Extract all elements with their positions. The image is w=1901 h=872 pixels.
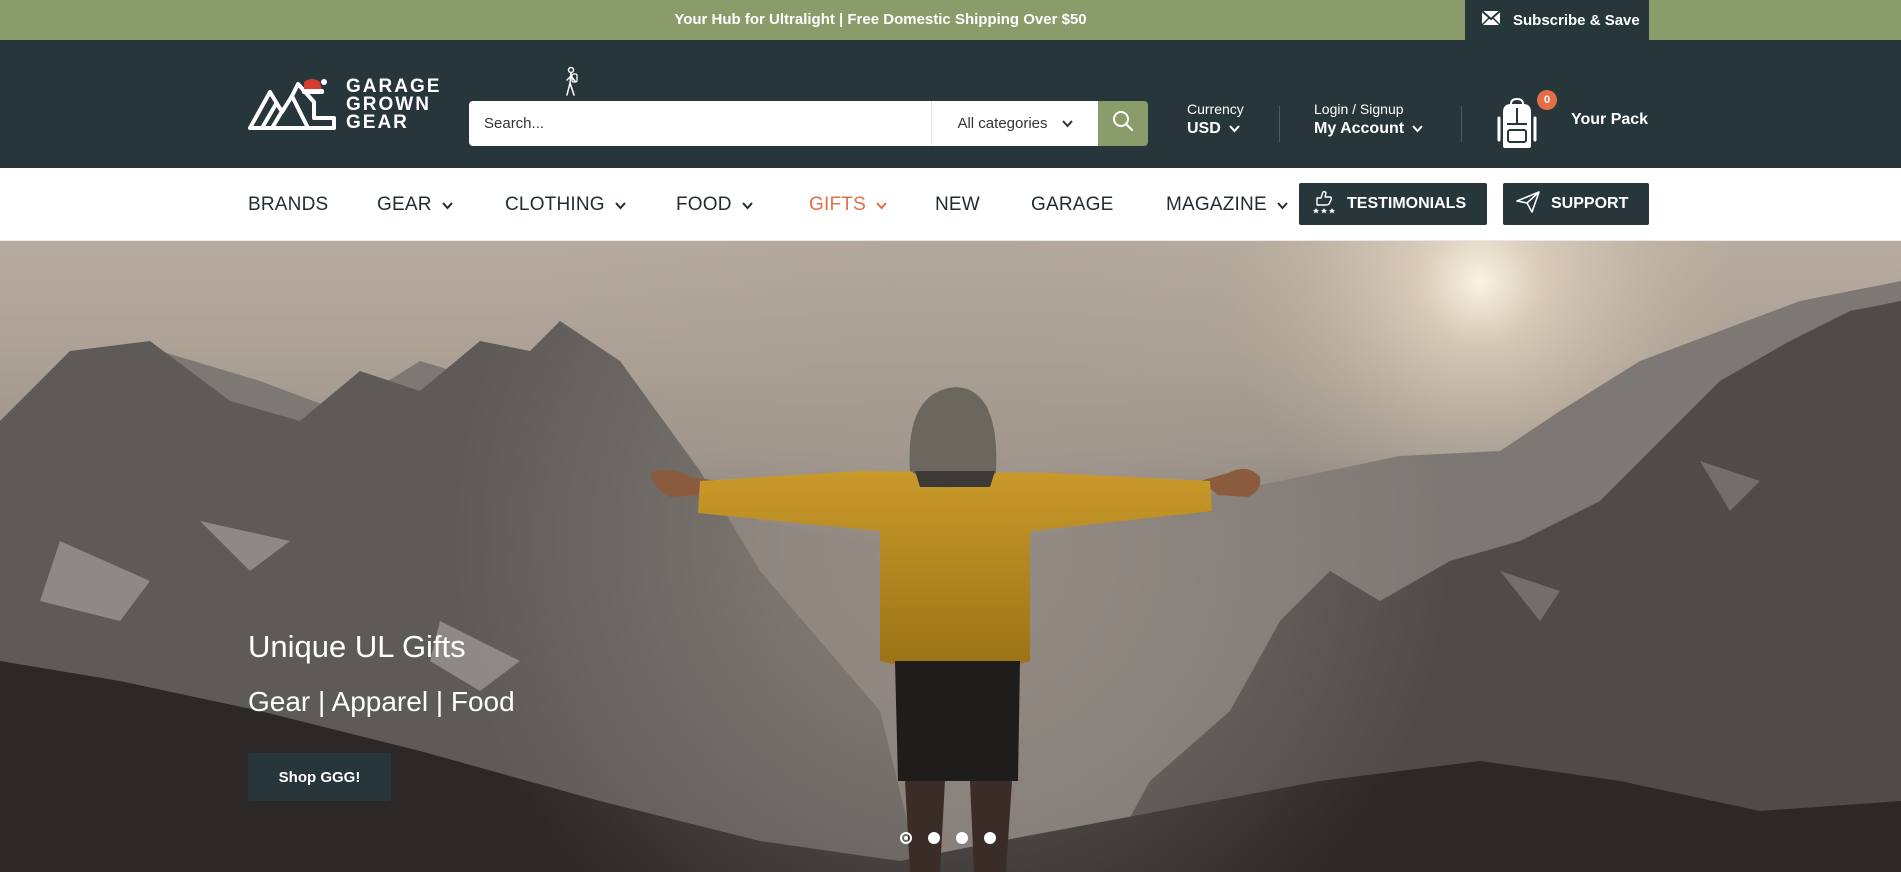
nav-item-clothing[interactable]: CLOTHING (505, 168, 626, 241)
nav-item-brands[interactable]: BRANDS (248, 168, 328, 241)
logo-mountain-icon (248, 74, 338, 137)
subscribe-label: Subscribe & Save (1513, 11, 1640, 29)
testimonials-button[interactable]: TESTIMONIALS (1299, 183, 1487, 225)
support-label: SUPPORT (1551, 195, 1629, 212)
chevron-down-icon (1061, 115, 1073, 132)
nav-item-label: BRANDS (248, 193, 329, 215)
subscribe-button[interactable]: Subscribe & Save (1465, 0, 1649, 40)
testimonials-label: TESTIMONIALS (1347, 195, 1467, 212)
chevron-down-icon (441, 194, 453, 216)
nav-item-food[interactable]: FOOD (676, 168, 753, 241)
backpack-icon (1497, 97, 1537, 155)
slide-dot-1[interactable] (900, 832, 912, 844)
main-nav: BRANDS GEAR CLOTHING FOOD GIFTS NEW GARA… (0, 168, 1901, 241)
nav-item-label: MAGAZINE (1166, 193, 1267, 215)
nav-item-label: FOOD (676, 193, 732, 215)
cart-button[interactable]: 0 Your Pack (1497, 90, 1657, 150)
nav-item-gear[interactable]: GEAR (377, 168, 453, 241)
currency-value: USD (1187, 120, 1221, 137)
nav-item-garage[interactable]: GARAGE (1031, 168, 1114, 241)
slide-dot-4[interactable] (984, 832, 996, 844)
nav-item-label: GIFTS (809, 193, 866, 215)
slide-dot-2[interactable] (928, 832, 940, 844)
cart-count-badge: 0 (1537, 90, 1557, 110)
account-menu[interactable]: Login / Signup My Account (1314, 100, 1423, 140)
header-divider (1279, 106, 1280, 142)
nav-item-label: CLOTHING (505, 193, 605, 215)
chevron-down-icon (1229, 118, 1240, 140)
nav-item-label: NEW (935, 193, 980, 215)
currency-label: Currency (1187, 101, 1244, 117)
header-divider (1461, 106, 1462, 142)
category-select-label: All categories (957, 115, 1048, 132)
login-signup-label: Login / Signup (1314, 101, 1404, 117)
support-button[interactable]: SUPPORT (1503, 183, 1649, 225)
hero-slideshow: Unique UL Gifts Gear | Apparel | Food Sh… (0, 241, 1901, 872)
my-account-label: My Account (1314, 120, 1405, 137)
chevron-down-icon (741, 194, 753, 216)
category-select[interactable]: All categories (931, 101, 1098, 146)
search-input[interactable] (469, 101, 931, 146)
nav-item-gifts[interactable]: GIFTS (809, 168, 887, 241)
nav-item-magazine[interactable]: MAGAZINE (1166, 168, 1288, 241)
slide-dot-3[interactable] (956, 832, 968, 844)
chevron-down-icon (615, 194, 626, 216)
cart-label: Your Pack (1571, 111, 1649, 128)
chevron-down-icon (1277, 194, 1288, 216)
nav-item-label: GARAGE (1031, 193, 1114, 215)
search-icon (1112, 110, 1134, 137)
thumbs-up-stars-icon (1311, 189, 1337, 220)
nav-item-label: GEAR (377, 193, 432, 215)
mail-icon (1481, 10, 1501, 30)
paper-plane-icon (1515, 190, 1541, 219)
shop-ggg-button[interactable]: Shop GGG! (248, 753, 391, 801)
logo-text: GARAGE GROWN GEAR (346, 76, 442, 133)
site-header: GARAGE GROWN GEAR All categories Currenc… (0, 40, 1901, 168)
nav-item-new[interactable]: NEW (935, 168, 980, 241)
chevron-down-icon (1412, 118, 1423, 140)
announcement-bar: Your Hub for Ultralight | Free Domestic … (0, 0, 1901, 40)
chevron-down-icon (876, 194, 887, 216)
logo[interactable]: GARAGE GROWN GEAR (248, 74, 439, 137)
hero-title: Unique UL Gifts (248, 629, 466, 664)
hero-subtitle: Gear | Apparel | Food (248, 686, 515, 717)
currency-selector[interactable]: Currency USD (1187, 100, 1244, 140)
search-bar: All categories (469, 101, 1148, 146)
slide-pagination (900, 832, 996, 844)
search-button[interactable] (1098, 101, 1148, 146)
hiker-icon (562, 66, 580, 98)
